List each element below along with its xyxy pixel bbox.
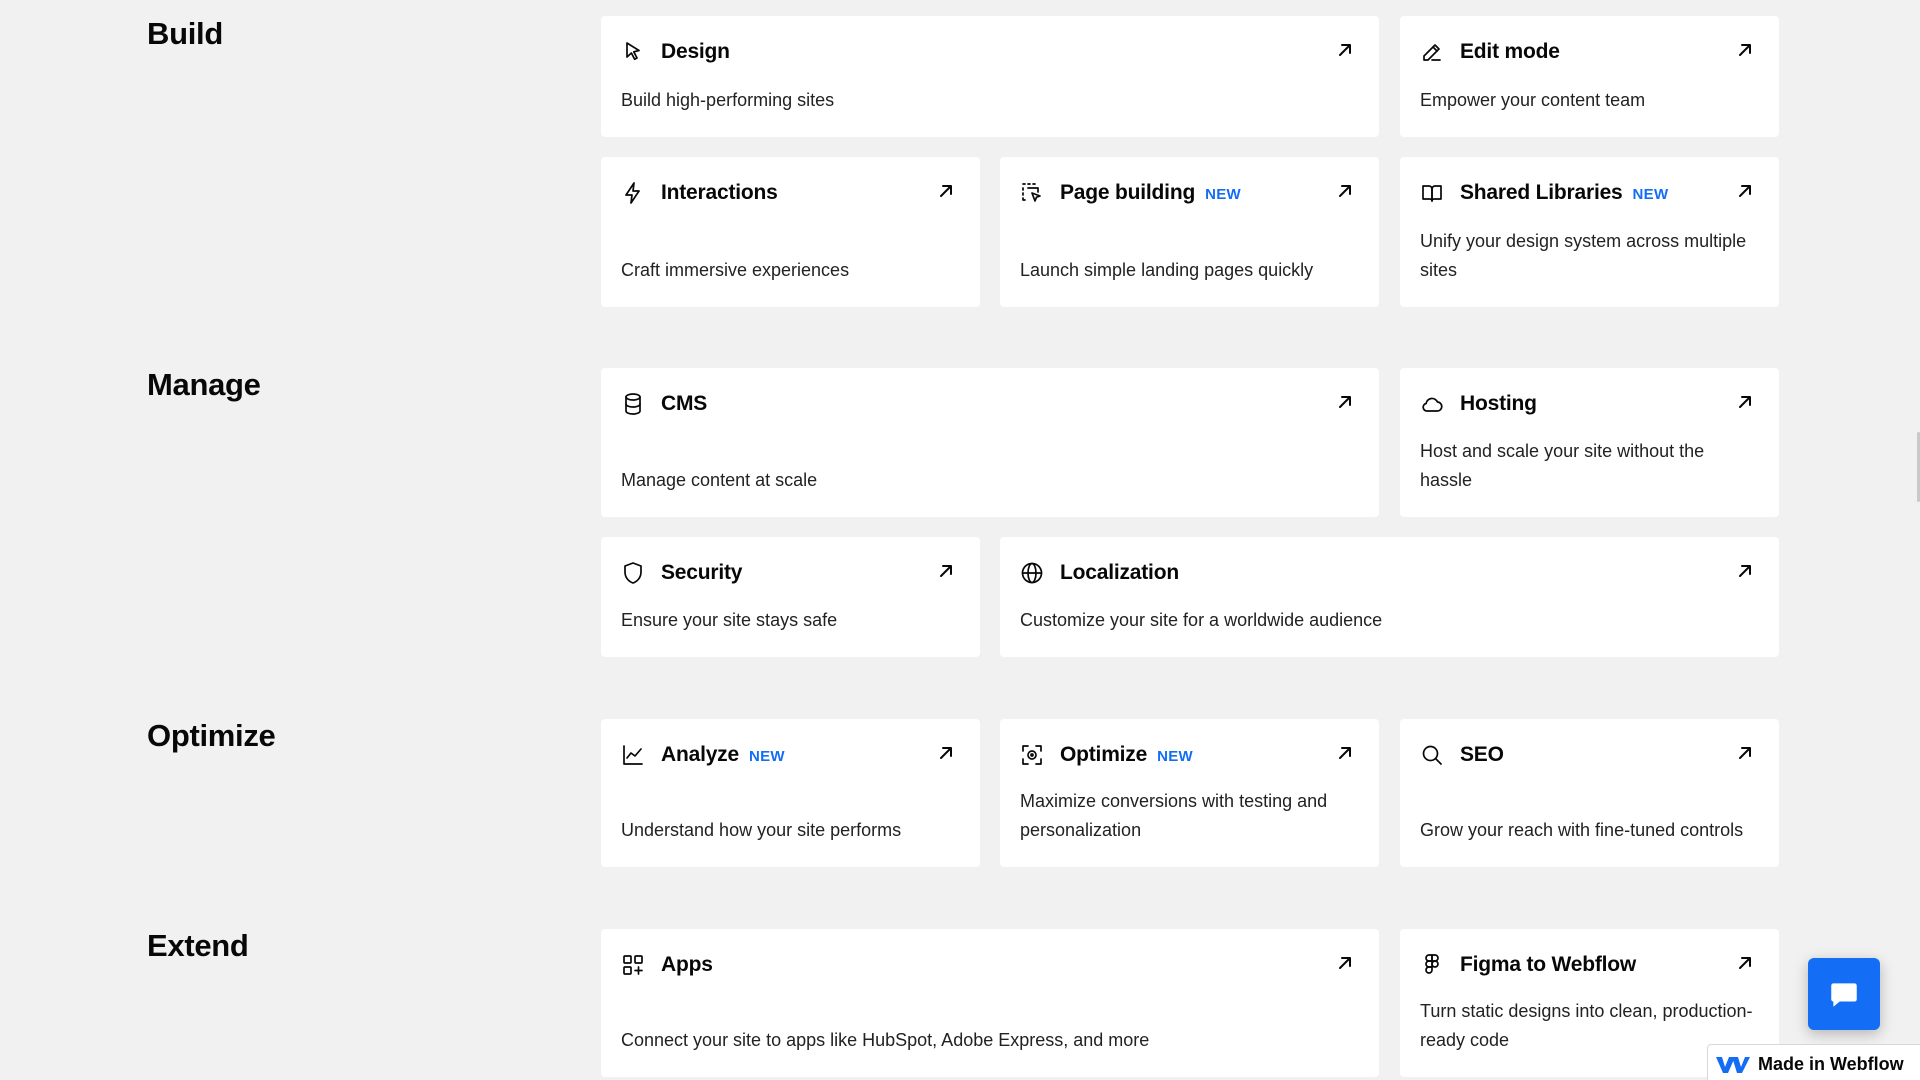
card-header: Hosting [1420,390,1537,418]
card-title: Figma to Webflow [1460,953,1637,976]
card-title: Analyze [661,743,739,766]
card-header: Localization [1020,559,1179,587]
arrow-up-right-icon [938,563,954,579]
card-localization[interactable]: Localization Customize your site for a w… [1000,537,1779,657]
card-header: CMS [621,390,707,418]
card-seo[interactable]: SEO Grow your reach with fine-tuned cont… [1400,719,1779,867]
card-header: Optimize NEW [1020,741,1193,769]
card-title: Shared Libraries [1460,181,1623,204]
card-description: Unify your design system across multiple… [1420,231,1747,280]
figma-icon [1420,953,1444,977]
card-header: Shared Libraries NEW [1420,179,1668,207]
card-edit-mode[interactable]: Edit mode Empower your content team [1400,16,1779,137]
arrow-up-right-icon [1337,745,1353,761]
card-description: Empower your content team [1420,90,1646,110]
page-building-icon [1020,181,1044,205]
new-badge: NEW [1157,747,1193,765]
page: Build Manage Optimize Extend Design Buil… [0,0,1920,1080]
arrow-up-right-icon [1337,42,1353,58]
made-in-webflow-badge[interactable]: Made in Webflow [1707,1044,1920,1080]
arrow-up-right-icon [1737,42,1753,58]
card-description: Connect your site to apps like HubSpot, … [621,1030,1150,1050]
card-header: Interactions [621,179,778,207]
new-badge: NEW [1205,185,1241,203]
apps-grid-icon [621,953,645,977]
card-apps[interactable]: Apps Connect your site to apps like HubS… [601,929,1379,1077]
arrow-up-right-icon [1737,563,1753,579]
card-shared-libraries[interactable]: Shared Libraries NEW Unify your design s… [1400,157,1779,307]
line-chart-icon [621,743,645,767]
card-description: Host and scale your site without the has… [1420,441,1705,490]
card-analyze[interactable]: Analyze NEW Understand how your site per… [601,719,980,867]
card-description: Manage content at scale [621,470,818,490]
section-title-build: Build [147,16,223,51]
cloud-icon [1420,392,1444,416]
cursor-icon [621,40,645,64]
focus-target-icon [1020,743,1044,767]
card-page-building[interactable]: Page building NEW Launch simple landing … [1000,157,1379,307]
card-title: Design [661,40,730,63]
card-description: Build high-performing sites [621,90,835,110]
arrow-up-right-icon [938,183,954,199]
card-description: Ensure your site stays safe [621,610,838,630]
shield-icon [621,561,645,585]
book-icon [1420,181,1444,205]
database-icon [621,392,645,416]
card-hosting[interactable]: Hosting Host and scale your site without… [1400,368,1779,517]
arrow-up-right-icon [1737,183,1753,199]
card-title: Localization [1060,561,1179,584]
card-header: Design [621,38,730,66]
card-title: Page building [1060,181,1196,204]
section-title-manage: Manage [147,367,261,402]
card-title: Interactions [661,181,778,204]
new-badge: NEW [748,747,785,765]
arrow-up-right-icon [1737,394,1753,410]
card-header: Figma to Webflow [1420,951,1636,979]
made-in-webflow-label: Made in Webflow [1758,1053,1904,1074]
card-description: Grow your reach with fine-tuned controls [1420,820,1744,840]
card-security[interactable]: Security Ensure your site stays safe [601,537,980,657]
card-optimize[interactable]: Optimize NEW Maximize conversions with t… [1000,719,1379,867]
arrow-up-right-icon [1337,394,1353,410]
chat-button[interactable] [1808,958,1880,1030]
card-description: Launch simple landing pages quickly [1020,260,1314,280]
lightning-icon [621,181,645,205]
card-description: Customize your site for a worldwide audi… [1020,610,1383,630]
card-header: Apps [621,951,713,979]
card-cms[interactable]: CMS Manage content at scale [601,368,1379,517]
card-title: Optimize [1060,743,1148,766]
card-title: Edit mode [1460,40,1560,63]
arrow-up-right-icon [1337,183,1353,199]
pencil-icon [1420,40,1444,64]
card-description: Craft immersive experiences [621,260,850,280]
chat-bubble-icon [1831,983,1857,1007]
card-description: Understand how your site performs [621,820,902,840]
globe-icon [1020,561,1044,585]
arrow-up-right-icon [1337,955,1353,971]
card-design[interactable]: Design Build high-performing sites [601,16,1379,137]
new-badge: NEW [1632,185,1669,203]
card-header: Analyze NEW [621,741,785,769]
search-icon [1420,743,1444,767]
section-title-optimize: Optimize [147,718,276,753]
arrow-up-right-icon [938,745,954,761]
card-title: Security [661,561,743,584]
section-title-extend: Extend [147,928,249,963]
card-title: Apps [661,953,713,976]
card-header: Page building NEW [1020,179,1241,207]
card-title: SEO [1460,743,1504,766]
card-title: Hosting [1460,392,1537,415]
card-interactions[interactable]: Interactions Craft immersive experiences [601,157,980,307]
card-title: CMS [661,392,708,415]
arrow-up-right-icon [1737,745,1753,761]
card-header: Edit mode [1420,38,1560,66]
card-header: Security [621,559,742,587]
webflow-logo-icon [1716,1057,1750,1073]
arrow-up-right-icon [1737,955,1753,971]
card-description: Maximize conversions with testing and pe… [1020,791,1328,840]
card-header: SEO [1420,741,1504,769]
